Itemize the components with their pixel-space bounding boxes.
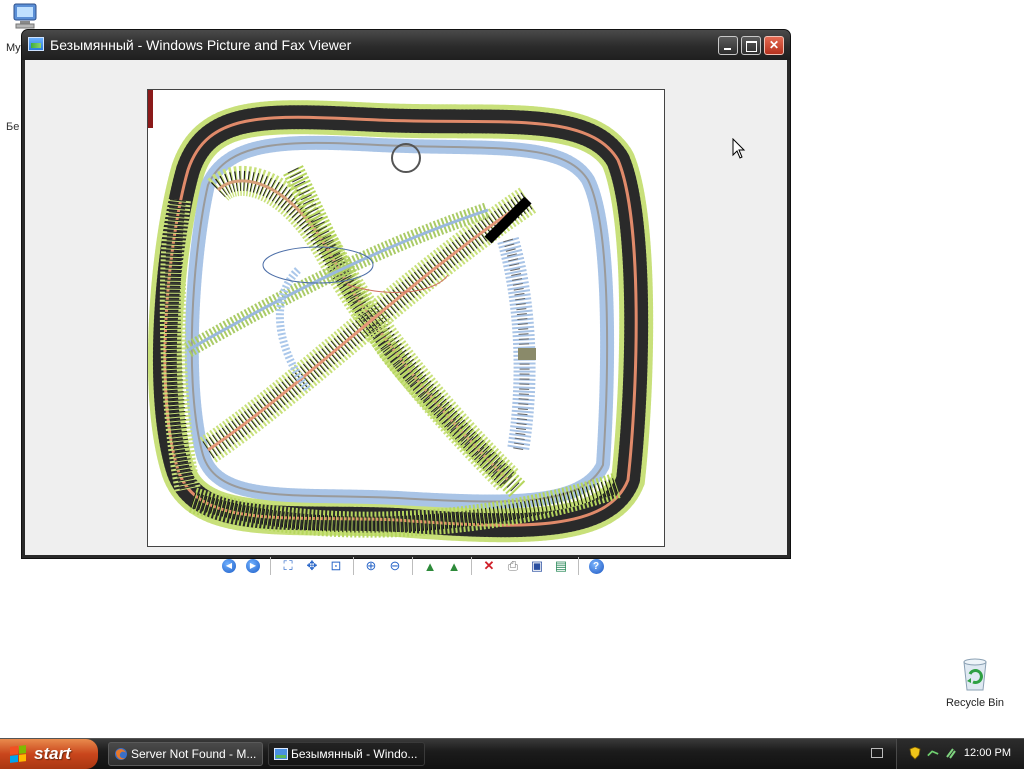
unnamed-file-desktop-icon[interactable]: Бе: [6, 121, 19, 133]
save-icon: ▣: [530, 558, 544, 573]
zoom-out-button[interactable]: ⊖: [384, 555, 406, 577]
picture-viewer-icon: [274, 748, 288, 760]
toolbar-separator: [578, 557, 579, 575]
safely-remove-hardware-icon[interactable]: [945, 747, 957, 760]
open-for-editing-icon: ▤: [554, 558, 568, 573]
picture-viewer-window: Безымянный - Windows Picture and Fax Vie…: [22, 30, 790, 575]
mouse-cursor-icon: [732, 138, 746, 159]
rotate-counterclockwise-icon: ▲: [447, 558, 461, 574]
toolbar-separator: [471, 557, 472, 575]
taskbar-item-picture-viewer[interactable]: Безымянный - Windo...: [268, 742, 425, 766]
recycle-bin-desktop-icon[interactable]: Recycle Bin: [942, 656, 1008, 709]
viewer-toolbar: ◀ ▶ ⛶ ✥ ⊡ ⊕ ⊖ ▲ ▲ ✕ ⎙ ▣ ▤ ?: [217, 554, 608, 578]
next-image-button[interactable]: ▶: [242, 555, 264, 577]
window-title: Безымянный - Windows Picture and Fax Vie…: [50, 37, 352, 53]
picture-viewer-app-icon[interactable]: [28, 37, 44, 51]
network-icon[interactable]: [927, 747, 939, 760]
security-shield-icon[interactable]: [909, 747, 921, 760]
start-label: start: [34, 744, 71, 763]
my-computer-label: My: [6, 42, 21, 54]
start-button[interactable]: start: [0, 739, 98, 769]
help-button[interactable]: ?: [585, 555, 607, 577]
zoom-out-icon: ⊖: [389, 558, 401, 573]
taskbar-item-label: Безымянный - Windo...: [291, 747, 418, 761]
rotate-clockwise-button[interactable]: ▲: [419, 555, 441, 577]
delete-button[interactable]: ✕: [478, 555, 500, 577]
slideshow-button[interactable]: ⊡: [325, 555, 347, 577]
viewer-client-area: ◀ ▶ ⛶ ✥ ⊡ ⊕ ⊖ ▲ ▲ ✕ ⎙ ▣ ▤ ?: [25, 60, 787, 575]
close-button[interactable]: ✕: [764, 36, 784, 55]
previous-image-button[interactable]: ◀: [218, 555, 240, 577]
rotate-clockwise-icon: ▲: [423, 558, 437, 574]
taskbar-item-browser[interactable]: Server Not Found - M...: [108, 742, 263, 766]
maximize-button[interactable]: [741, 36, 761, 55]
keyboard-icon[interactable]: [871, 748, 883, 758]
print-button[interactable]: ⎙: [502, 555, 524, 577]
best-fit-icon: ⛶: [283, 558, 293, 573]
toolbar-separator: [412, 557, 413, 575]
track-layout-image: [148, 90, 654, 543]
open-for-editing-button[interactable]: ▤: [550, 555, 572, 577]
best-fit-button[interactable]: ⛶: [277, 555, 299, 577]
minimize-button[interactable]: [718, 36, 738, 55]
next-image-icon: ▶: [246, 559, 260, 573]
my-computer-desktop-icon[interactable]: My: [4, 2, 44, 54]
displayed-image: [147, 89, 665, 547]
recycle-bin-label: Recycle Bin: [945, 697, 1005, 709]
clock[interactable]: 12:00 PM: [964, 747, 1011, 759]
actual-size-button[interactable]: ✥: [301, 555, 323, 577]
zoom-in-button[interactable]: ⊕: [360, 555, 382, 577]
computer-icon: [13, 3, 37, 29]
system-tray: 12:00 PM: [871, 739, 1024, 769]
zoom-in-icon: ⊕: [365, 558, 377, 573]
previous-image-icon: ◀: [222, 559, 236, 573]
save-button[interactable]: ▣: [526, 555, 548, 577]
window-titlebar[interactable]: Безымянный - Windows Picture and Fax Vie…: [22, 30, 790, 60]
actual-size-icon: ✥: [306, 558, 318, 573]
slideshow-icon: ⊡: [330, 558, 342, 573]
firefox-icon: [115, 748, 127, 760]
recycle-bin-icon: [963, 658, 987, 691]
toolbar-separator: [270, 557, 271, 575]
taskbar-item-label: Server Not Found - M...: [131, 747, 257, 761]
rotate-counterclockwise-button[interactable]: ▲: [443, 555, 465, 577]
delete-icon: ✕: [483, 558, 495, 573]
taskbar: start Server Not Found - M... Безымянный…: [0, 738, 1024, 769]
unnamed-file-label: Бе: [6, 121, 20, 133]
toolbar-separator: [353, 557, 354, 575]
windows-logo-icon: [10, 745, 26, 763]
help-icon: ?: [588, 558, 604, 574]
print-icon: ⎙: [507, 558, 519, 573]
